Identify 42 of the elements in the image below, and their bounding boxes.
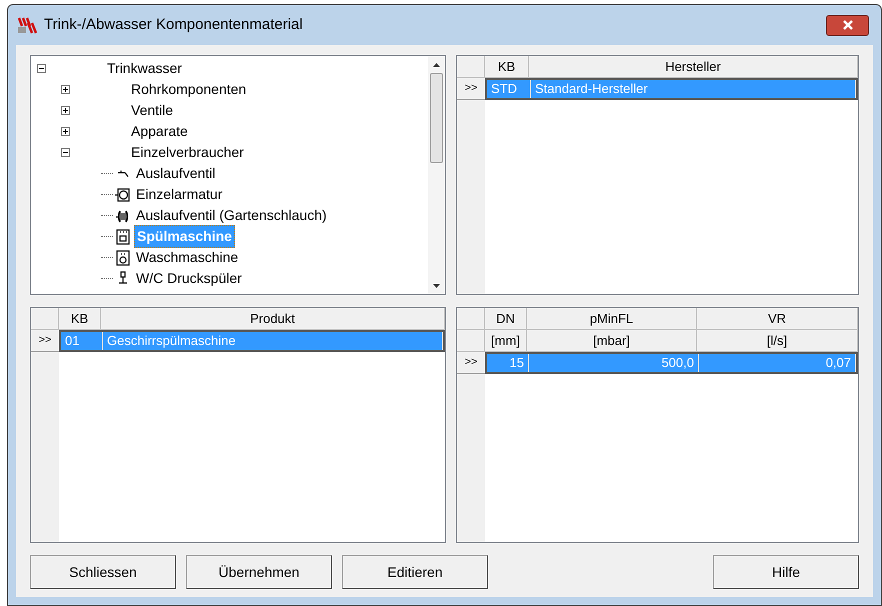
tree-item[interactable]: Auslaufventil (Gartenschlauch) [134,205,329,226]
dialog-button[interactable]: Editieren [342,555,488,589]
tree-item[interactable]: W/C Druckspüler [134,268,244,289]
table-cell: Geschirrspülmaschine [103,332,443,350]
dialog-button[interactable]: Hilfe [713,555,859,589]
collapse-icon[interactable] [61,148,70,157]
table-cell: 500,0 [529,354,699,372]
table-cell: Standard-Hersteller [531,80,856,98]
dishwasher-icon [115,228,131,244]
close-button[interactable] [826,14,869,36]
app-logo-icon [16,15,38,35]
window-title: Trink-/Abwasser Komponentenmaterial [44,14,304,35]
expand-icon[interactable] [61,85,70,94]
tree-item[interactable]: Ventile [129,100,176,121]
scroll-down-icon[interactable] [433,284,440,288]
dialog-button[interactable]: Übernehmen [186,555,332,589]
washing-machine-icon [115,250,131,266]
faucet-icon [117,170,129,177]
fitting-icon [115,186,131,202]
scroll-up-icon[interactable] [433,62,440,66]
tree-item[interactable]: Auslaufventil [134,163,218,184]
table-cell: 0,07 [699,354,856,372]
row-marker: >> [457,78,485,100]
tree-item[interactable]: Apparate [129,121,190,142]
expand-icon[interactable] [61,127,70,136]
scrollbar-thumb[interactable] [430,73,443,163]
dialog-button[interactable]: Schliessen [30,555,176,589]
scrollbar[interactable] [428,56,445,294]
tree-item[interactable]: Rohrkomponenten [129,79,248,100]
collapse-icon[interactable] [37,64,46,73]
hose-valve-icon [115,208,131,224]
tree-item[interactable]: Trinkwasser [105,58,184,79]
row-marker: >> [31,330,59,352]
table-cell: STD [487,80,531,98]
table-cell: 01 [61,332,103,350]
expand-icon[interactable] [61,106,70,115]
close-icon [842,20,854,30]
tree-item[interactable]: Waschmaschine [134,247,240,268]
table-cell: 15 [487,354,529,372]
row-marker: >> [457,352,485,374]
tree-item[interactable]: Einzelverbraucher [129,142,246,163]
tree-item[interactable]: Einzelarmatur [134,184,224,205]
